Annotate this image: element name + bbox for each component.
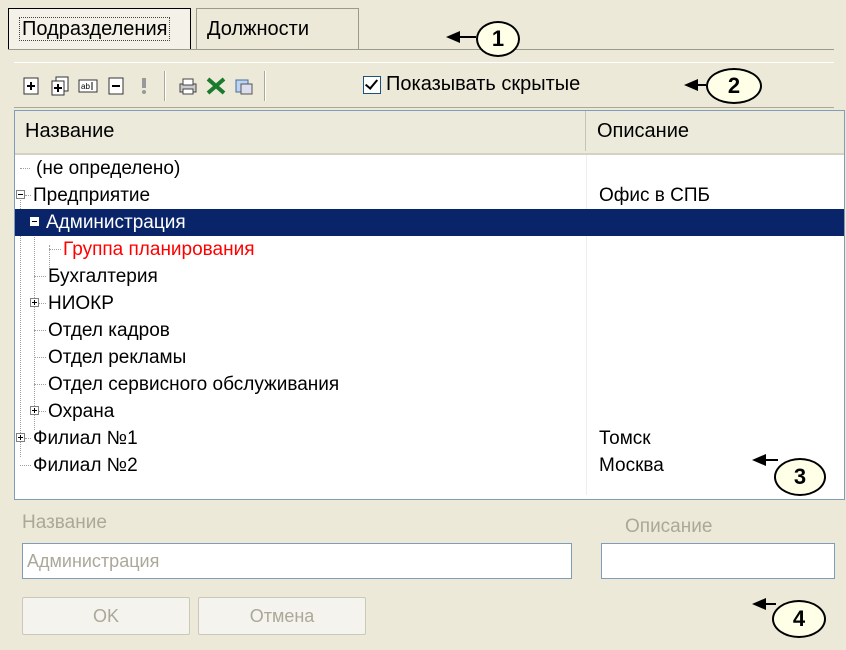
info-icon[interactable] xyxy=(134,76,154,96)
tree-row[interactable]: (не определено) xyxy=(15,155,844,182)
tree-row[interactable]: Бухгалтерия xyxy=(15,263,844,290)
tree-row[interactable]: Предприятие Офис в СПБ xyxy=(15,182,844,209)
column-header-description[interactable]: Описание xyxy=(587,111,842,151)
ok-button[interactable]: OK xyxy=(22,597,190,635)
tree-row[interactable]: Отдел рекламы xyxy=(15,344,844,371)
add-icon[interactable] xyxy=(22,76,42,96)
cancel-button[interactable]: Отмена xyxy=(198,597,366,635)
tab-positions-label: Должности xyxy=(207,18,310,40)
callout-4-number: 4 xyxy=(772,600,826,638)
column-header-name[interactable]: Название xyxy=(15,111,586,151)
tree-row[interactable]: Отдел кадров xyxy=(15,317,844,344)
print-icon[interactable] xyxy=(178,76,198,96)
department-editor-window: Подразделения Должности 1 ab Показывать … xyxy=(0,0,846,650)
collapse-icon[interactable] xyxy=(16,190,25,199)
show-hidden-checkbox[interactable] xyxy=(363,76,381,94)
tree-row[interactable]: Филиал №1 Томск xyxy=(15,425,844,452)
tab-departments[interactable]: Подразделения xyxy=(8,8,191,50)
add-child-icon[interactable] xyxy=(50,76,70,96)
description-field[interactable] xyxy=(601,543,835,579)
departments-grid[interactable]: Название Описание (не определено) Предпр… xyxy=(14,110,845,500)
name-label: Название xyxy=(22,512,107,533)
tree-row-name: Администрация xyxy=(46,212,186,233)
tree-row-name: Отдел рекламы xyxy=(48,347,187,368)
collapse-icon[interactable] xyxy=(30,217,39,226)
show-hidden-label[interactable]: Показывать скрытые xyxy=(386,73,580,96)
tree-row-desc: Томск xyxy=(599,428,651,449)
tree-row-name: (не определено) xyxy=(36,158,181,179)
name-field[interactable]: Администрация xyxy=(22,543,572,579)
tree-row-desc: Офис в СПБ xyxy=(599,185,711,206)
tree-row-name: Филиал №2 xyxy=(33,455,138,476)
tree-row[interactable]: Охрана xyxy=(15,398,844,425)
tree-row-name: Филиал №1 xyxy=(33,428,138,449)
tree-row-name: Отдел кадров xyxy=(48,320,170,341)
callout-3-number: 3 xyxy=(774,458,826,496)
callout-2-number: 2 xyxy=(706,68,762,104)
expand-icon[interactable] xyxy=(30,298,39,307)
description-label: Описание xyxy=(625,516,713,537)
tree-row-name: Группа планирования xyxy=(63,239,255,260)
tree-row-name: Предприятие xyxy=(33,185,151,206)
tab-positions[interactable]: Должности xyxy=(196,8,359,50)
tree-row-name: Отдел сервисного обслуживания xyxy=(48,374,340,395)
tree-row-selected[interactable]: Администрация xyxy=(15,209,844,236)
tree-row[interactable]: НИОКР xyxy=(15,290,844,317)
tree-row-desc: Москва xyxy=(599,455,664,476)
tree-row-name: Бухгалтерия xyxy=(48,266,158,287)
excel-icon[interactable] xyxy=(206,76,226,96)
tree-row-name: Охрана xyxy=(48,401,115,422)
callout-1-number: 1 xyxy=(476,21,520,57)
export-icon[interactable] xyxy=(234,76,254,96)
grid-header: Название Описание xyxy=(15,111,844,155)
tree-row[interactable]: Группа планирования xyxy=(15,236,844,263)
rename-icon[interactable]: ab xyxy=(78,76,98,96)
tree-row[interactable]: Филиал №2 Москва xyxy=(15,452,844,479)
tab-strip-divider xyxy=(8,49,834,50)
tree-row[interactable]: Отдел сервисного обслуживания xyxy=(15,371,844,398)
expand-icon[interactable] xyxy=(16,433,25,442)
tree-row-name: НИОКР xyxy=(48,293,114,314)
expand-icon[interactable] xyxy=(30,406,39,415)
tab-departments-label: Подразделения xyxy=(19,17,171,41)
delete-icon[interactable] xyxy=(106,76,126,96)
svg-text:ab: ab xyxy=(81,82,90,91)
